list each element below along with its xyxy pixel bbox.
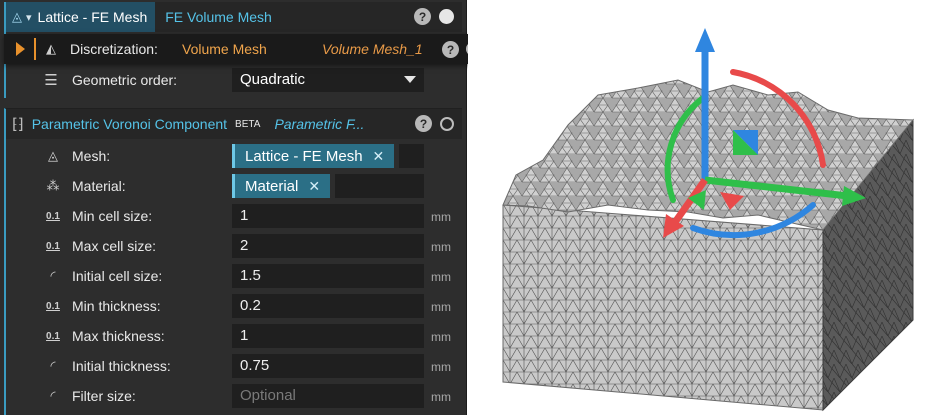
discretization-label: Discretization: [70, 41, 158, 57]
mesh-render[interactable] [468, 0, 936, 415]
help-icon[interactable]: ? [415, 115, 432, 132]
number-icon: 0.1 [46, 330, 60, 342]
initial-thickness-input[interactable]: 0.75 [232, 354, 424, 378]
material-chip[interactable]: Material ✕ [232, 174, 331, 198]
help-icon[interactable]: ? [442, 41, 459, 58]
dropdown-caret-icon [404, 76, 416, 83]
voronoi-icon: ⁅⁆ [12, 116, 24, 133]
curve-icon: ◜ [50, 358, 56, 373]
material-chip-label: Material [245, 177, 299, 195]
fe-mesh-header: ◬ ▾ Lattice - FE Mesh FE Volume Mesh ? [6, 2, 462, 32]
param-row-max-cell: 0.1 Max cell size: 2 mm [6, 232, 462, 260]
number-icon: 0.1 [46, 300, 60, 312]
mesh-front-face [502, 204, 824, 411]
unit-label: mm [431, 390, 451, 404]
close-icon[interactable]: ✕ [308, 178, 320, 195]
max-thickness-input[interactable]: 1 [232, 324, 424, 348]
status-ring-icon[interactable] [440, 116, 454, 131]
initial-cell-size-input[interactable]: 1.5 [232, 264, 424, 288]
mesh-icon: ◬ [48, 148, 58, 163]
status-dot-icon[interactable] [439, 9, 454, 24]
3d-viewport[interactable] [468, 0, 936, 415]
discretization-alt-value[interactable]: Volume Mesh_1 [322, 41, 423, 57]
gizmo-arrow-z[interactable] [695, 28, 715, 52]
number-icon: 0.1 [46, 240, 60, 252]
unit-label: mm [431, 300, 451, 314]
voronoi-title: Parametric Voronoi Component [31, 116, 228, 132]
param-label: Filter size: [72, 388, 136, 404]
param-row-initial-thickness: ◜ Initial thickness: 0.75 mm [6, 352, 462, 380]
beta-badge: BETA [235, 118, 261, 130]
max-cell-size-input[interactable]: 2 [232, 234, 424, 258]
mesh-icon: ◬ [12, 9, 22, 24]
min-cell-size-input[interactable]: 1 [232, 204, 424, 228]
param-label: Initial cell size: [72, 268, 163, 284]
material-row: ⁂ Material: Material ✕ [6, 172, 462, 200]
geometric-order-row: ☰ Geometric order: Quadratic [6, 66, 462, 94]
unit-label: mm [431, 270, 451, 284]
help-icon[interactable]: ? [414, 8, 431, 25]
list-icon: ☰ [44, 72, 58, 89]
mesh-field-tail [399, 144, 424, 168]
discretization-row[interactable]: ◭ Discretization: Volume Mesh Volume Mes… [4, 34, 486, 64]
voronoi-subtitle[interactable]: Parametric F... [274, 116, 364, 132]
curve-icon: ◜ [50, 388, 56, 403]
curve-icon: ◜ [50, 268, 56, 283]
param-row-min-thickness: 0.1 Min thickness: 0.2 mm [6, 292, 462, 320]
unit-label: mm [431, 240, 451, 254]
tetra-icon: ◭ [46, 41, 56, 56]
mesh-row: ◬ Mesh: Lattice - FE Mesh ✕ [6, 142, 462, 170]
play-icon[interactable] [16, 42, 25, 56]
geometric-order-select[interactable]: Quadratic [232, 68, 424, 92]
discretization-value[interactable]: Volume Mesh [182, 41, 267, 57]
param-label: Max thickness: [72, 328, 165, 344]
fe-mesh-tab[interactable]: ◬ ▾ Lattice - FE Mesh [6, 2, 156, 32]
chevron-down-icon[interactable]: ▾ [26, 11, 32, 24]
material-icon: ⁂ [46, 178, 60, 193]
fe-mesh-subtitle: FE Volume Mesh [165, 9, 272, 25]
min-thickness-input[interactable]: 0.2 [232, 294, 424, 318]
param-row-filter-size: ◜ Filter size: Optional mm [6, 382, 462, 410]
material-field-tail [335, 174, 424, 198]
unit-label: mm [431, 210, 451, 224]
param-label: Min cell size: [72, 208, 153, 224]
param-row-initial-cell: ◜ Initial cell size: 1.5 mm [6, 262, 462, 290]
close-icon[interactable]: ✕ [373, 148, 385, 165]
unit-label: mm [431, 330, 451, 344]
mesh-label: Mesh: [72, 148, 111, 164]
param-label: Min thickness: [72, 298, 161, 314]
unit-label: mm [431, 360, 451, 374]
geometric-order-label: Geometric order: [72, 72, 178, 88]
param-label: Max cell size: [72, 238, 157, 254]
param-label: Initial thickness: [72, 358, 171, 374]
selection-bar [34, 38, 36, 60]
number-icon: 0.1 [46, 210, 60, 222]
param-row-min-cell: 0.1 Min cell size: 1 mm [6, 202, 462, 230]
voronoi-header: ⁅⁆ Parametric Voronoi Component BETA Par… [6, 109, 462, 139]
mesh-chip-label: Lattice - FE Mesh [245, 147, 363, 165]
properties-panel: ◬ ▾ Lattice - FE Mesh FE Volume Mesh ? ☰… [0, 0, 486, 415]
voronoi-block: ⁅⁆ Parametric Voronoi Component BETA Par… [4, 108, 462, 415]
geometric-order-value: Quadratic [240, 71, 306, 88]
filter-size-input[interactable]: Optional [232, 384, 424, 408]
param-row-max-thickness: 0.1 Max thickness: 1 mm [6, 322, 462, 350]
material-label: Material: [72, 178, 126, 194]
mesh-chip[interactable]: Lattice - FE Mesh ✕ [232, 144, 395, 168]
fe-mesh-tab-label: Lattice - FE Mesh [37, 9, 148, 25]
